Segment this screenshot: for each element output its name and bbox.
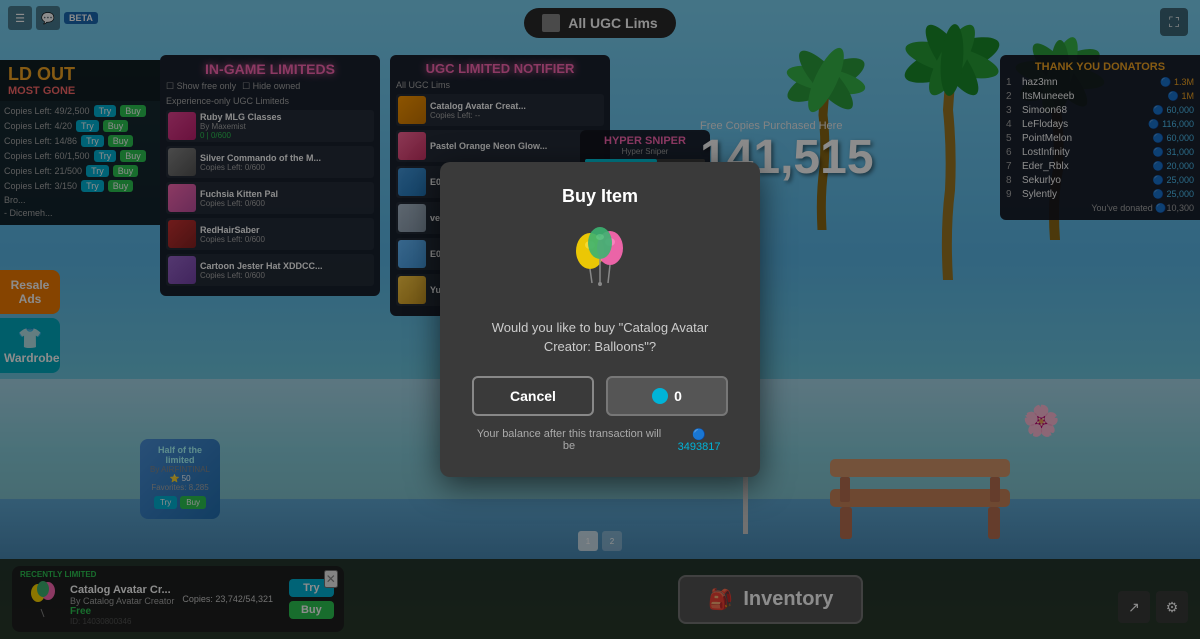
robux-icon	[652, 388, 668, 404]
balloon-icon	[560, 223, 640, 303]
modal-title: Buy Item	[472, 186, 728, 207]
balance-value: 🔵 3493817	[670, 428, 728, 453]
modal-buttons: Cancel 0	[472, 376, 728, 416]
modal-balance: Your balance after this transaction will…	[472, 428, 728, 453]
cancel-button[interactable]: Cancel	[472, 376, 594, 416]
buy-confirm-button[interactable]: 0	[606, 376, 728, 416]
buy-item-modal: Buy Item Would you like to buy "Cat	[440, 162, 760, 476]
buy-price-label: 0	[674, 388, 682, 404]
balance-label: Your balance after this transaction will…	[472, 428, 666, 452]
modal-overlay: Buy Item Would you like to buy "Cat	[0, 0, 1200, 639]
modal-question: Would you like to buy "Catalog Avatar Cr…	[472, 319, 728, 355]
